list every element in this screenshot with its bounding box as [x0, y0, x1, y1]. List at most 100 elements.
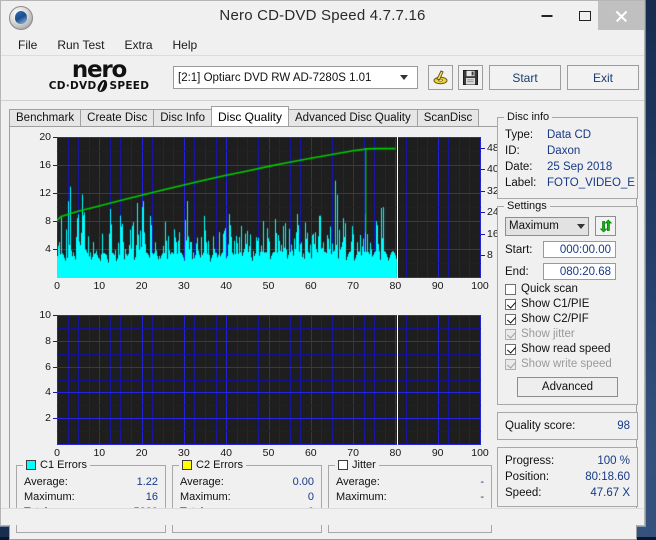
drive-select[interactable]: [2:1] Optiarc DVD RW AD-7280S 1.01 — [173, 66, 418, 89]
show-c2-pif-checkbox[interactable] — [505, 314, 516, 325]
legend-c2-swatch — [182, 460, 192, 470]
x-tick-label: 30 — [171, 447, 197, 459]
x-tick-label: 40 — [213, 447, 239, 459]
disc-type-label: Type: — [505, 127, 547, 143]
cursor-line-c1 — [397, 137, 399, 278]
y-tick-mark — [53, 341, 57, 342]
start-button[interactable]: Start — [489, 65, 561, 90]
speed-select[interactable]: Maximum — [505, 217, 589, 236]
quality-score-row: Quality score: 98 — [505, 418, 630, 434]
legend-c1-maximum-value: 16 — [146, 490, 158, 505]
disc-info-label-row: Label: FOTO_VIDEO_E — [505, 175, 630, 191]
y2-tick-mark — [481, 169, 485, 170]
tab-scandisc[interactable]: ScanDisc — [417, 109, 480, 126]
application-window: Nero CD-DVD Speed 4.7.7.16 File Run Test… — [0, 0, 645, 526]
x-tick-label: 90 — [425, 447, 451, 459]
speed-row: Speed: 47.67 X — [505, 485, 630, 501]
eject-disc-button[interactable] — [428, 65, 453, 90]
nero-logo: nero CD·DVD SPEED — [29, 54, 169, 98]
y-tick-mark — [53, 315, 57, 316]
settings-group: Settings Maximum Start: 000:00.00 — [497, 206, 638, 405]
position-label: Position: — [505, 469, 549, 485]
start-field-row: Start: 000:00.00 — [505, 241, 630, 258]
y-tick-mark — [53, 137, 57, 138]
end-field-row: End: 080:20.68 — [505, 263, 630, 280]
legend-c2-average-row: Average: 0.00 — [180, 475, 314, 490]
checkbox-show-c1-pie[interactable]: Show C1/PIE — [505, 298, 630, 310]
right-sidebar: Disc info Type: Data CD ID: Daxon Date: … — [497, 117, 638, 514]
checkbox-show-read-speed[interactable]: Show read speed — [505, 343, 630, 355]
legend-jitter-maximum-row: Maximum: - — [336, 490, 484, 505]
legend-c2-average-label: Average: — [180, 475, 224, 490]
y2-tick-mark — [481, 148, 485, 149]
disc-label-label: Label: — [505, 175, 547, 191]
chevron-down-icon — [400, 75, 408, 80]
checkbox-quick-scan[interactable]: Quick scan — [505, 283, 630, 295]
y-tick-mark — [53, 392, 57, 393]
tab-advanced-disc-quality[interactable]: Advanced Disc Quality — [288, 109, 418, 126]
quality-score-value: 98 — [617, 418, 630, 434]
x-tick-label: 60 — [298, 447, 324, 459]
y-tick-label: 2 — [25, 412, 51, 424]
charts-region: 0102030405060708090100481216208162432404… — [14, 131, 500, 461]
y-tick-mark — [53, 165, 57, 166]
speed-label: Speed: — [505, 485, 541, 501]
refresh-button[interactable] — [595, 216, 616, 236]
speed-select-value: Maximum — [509, 220, 559, 232]
chart-canvas-c1 — [57, 137, 481, 278]
show-jitter-label: Show jitter — [521, 328, 575, 340]
y-tick-label: 16 — [25, 159, 51, 171]
position-value: 80:18.60 — [585, 469, 630, 485]
minimize-button[interactable] — [528, 1, 566, 30]
disc-info-caption: Disc info — [504, 111, 552, 123]
chart-canvas-c2 — [57, 315, 481, 445]
end-field-label: End: — [505, 266, 543, 278]
end-field[interactable]: 080:20.68 — [543, 263, 616, 280]
legend-c1-maximum-label: Maximum: — [24, 490, 75, 505]
quick-scan-checkbox[interactable] — [505, 284, 516, 295]
show-read-speed-checkbox[interactable] — [505, 344, 516, 355]
menu-file[interactable]: File — [9, 36, 46, 54]
advanced-button[interactable]: Advanced — [517, 377, 618, 397]
disc-id-label: ID: — [505, 143, 547, 159]
tab-create-disc[interactable]: Create Disc — [80, 109, 154, 126]
progress-row: Progress: 100 % — [505, 453, 630, 469]
y-tick-label: 10 — [25, 309, 51, 321]
toolbar: nero CD·DVD SPEED [2:1] Optiarc DVD RW A… — [1, 56, 644, 101]
x-tick-label: 70 — [340, 280, 366, 292]
legend-c1-average-row: Average: 1.22 — [24, 475, 158, 490]
checkbox-show-c2-pif[interactable]: Show C2/PIF — [505, 313, 630, 325]
exit-button[interactable]: Exit — [567, 65, 639, 90]
legend-c2-average-value: 0.00 — [293, 475, 314, 490]
menu-run-test[interactable]: Run Test — [48, 36, 113, 54]
menu-extra[interactable]: Extra — [115, 36, 161, 54]
tab-disc-info[interactable]: Disc Info — [153, 109, 212, 126]
show-read-speed-label: Show read speed — [521, 343, 611, 355]
y-tick-mark — [53, 193, 57, 194]
x-tick-label: 20 — [129, 447, 155, 459]
start-field-label: Start: — [505, 244, 543, 256]
start-field[interactable]: 000:00.00 — [543, 241, 616, 258]
y-tick-label: 8 — [25, 215, 51, 227]
settings-caption: Settings — [504, 200, 550, 212]
chart-c2-errors: 0102030405060708090100246810 — [14, 311, 500, 469]
show-write-speed-checkbox — [505, 359, 516, 370]
x-tick-label: 50 — [256, 280, 282, 292]
legend-c2-caption: C2 Errors — [179, 459, 246, 471]
close-button[interactable] — [598, 1, 644, 30]
tab-disc-quality[interactable]: Disc Quality — [211, 106, 289, 126]
x-tick-label: 0 — [44, 280, 70, 292]
drive-select-value: [2:1] Optiarc DVD RW AD-7280S 1.01 — [178, 72, 371, 84]
show-c2-pif-label: Show C2/PIF — [521, 313, 589, 325]
checkbox-show-write-speed: Show write speed — [505, 358, 630, 370]
minimize-icon — [542, 15, 553, 17]
x-tick-label: 100 — [467, 280, 493, 292]
show-c1-pie-checkbox[interactable] — [505, 299, 516, 310]
progress-value: 100 % — [597, 453, 630, 469]
y-tick-label: 4 — [25, 243, 51, 255]
y-tick-label: 12 — [25, 187, 51, 199]
legend-c1-caption: C1 Errors — [23, 459, 90, 471]
save-button[interactable] — [458, 65, 483, 90]
tab-benchmark[interactable]: Benchmark — [9, 109, 81, 126]
menu-help[interactable]: Help — [164, 36, 207, 54]
